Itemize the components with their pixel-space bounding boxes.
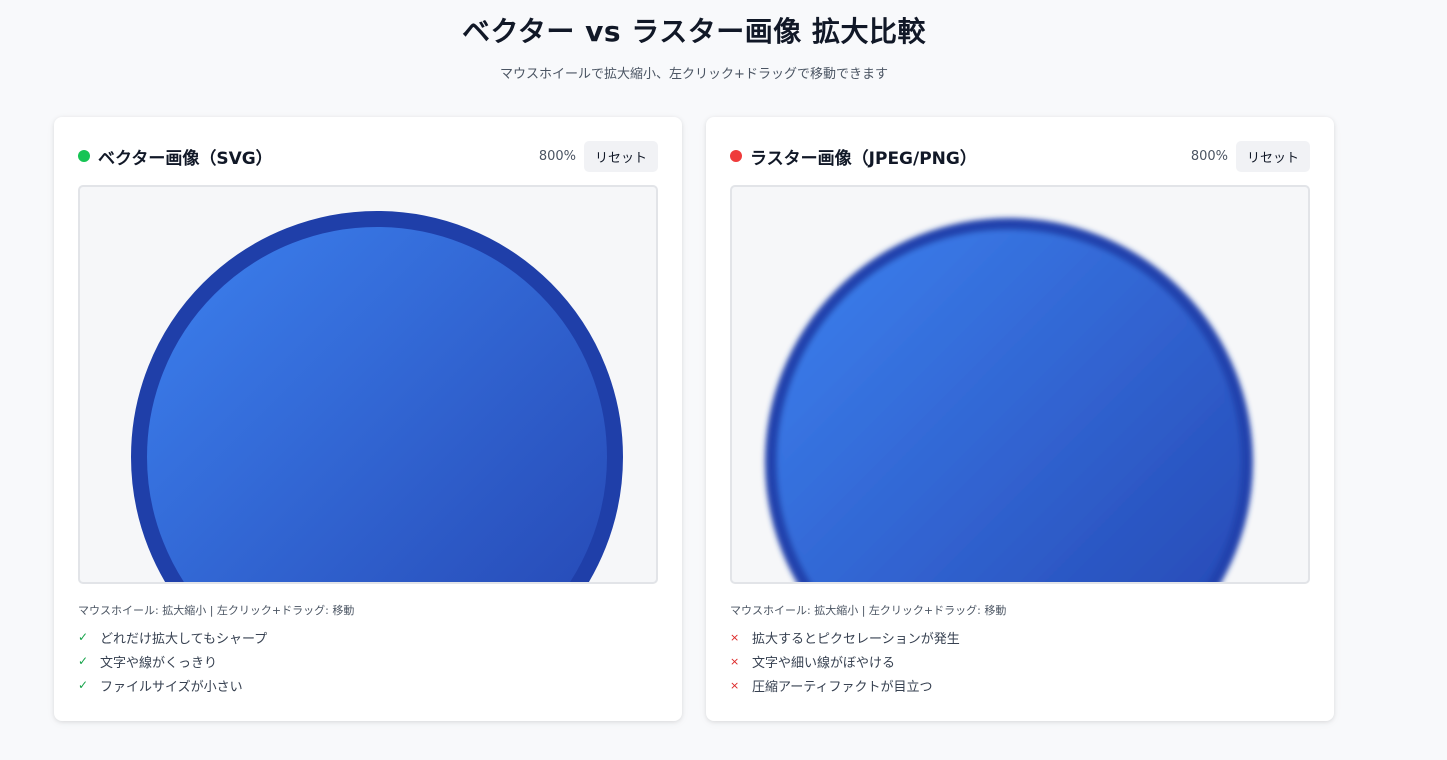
raster-card: ラスター画像（JPEG/PNG） 800% リセット マウスホイール: 拡大縮小… (706, 117, 1334, 721)
feature-text: 文字や線がくっきり (100, 655, 218, 671)
page-subtitle: マウスホイールで拡大縮小、左クリック+ドラッグで移動できます (500, 67, 888, 82)
list-item: × 拡大するとピクセレーションが発生 (730, 625, 960, 649)
list-item: ✓ 文字や線がくっきり (78, 649, 267, 673)
sharp-circle (131, 211, 623, 582)
raster-card-header: ラスター画像（JPEG/PNG） 800% リセット (730, 140, 1310, 172)
raster-image-viewport[interactable] (730, 185, 1310, 584)
check-icon: ✓ (78, 654, 89, 668)
check-icon: ✓ (78, 678, 89, 692)
vector-feature-list: ✓ どれだけ拡大してもシャープ ✓ 文字や線がくっきり ✓ ファイルサイズが小さ… (78, 625, 267, 697)
vector-card: ベクター画像（SVG） 800% リセット マウスホイール: 拡大縮小 | 左ク… (54, 117, 682, 721)
vector-usage-hint: マウスホイール: 拡大縮小 | 左クリック+ドラッグ: 移動 (78, 604, 355, 617)
red-status-dot-icon (730, 150, 742, 162)
feature-text: 文字や細い線がぼやける (752, 655, 896, 671)
list-item: × 圧縮アーティファクトが目立つ (730, 673, 960, 697)
vector-circle-image (131, 211, 623, 582)
cross-icon: × (730, 654, 740, 668)
vector-card-title: ベクター画像（SVG） (98, 148, 273, 169)
raster-zoom-level: 800% (1190, 148, 1228, 164)
list-item: × 文字や細い線がぼやける (730, 649, 960, 673)
raster-card-title: ラスター画像（JPEG/PNG） (750, 148, 977, 169)
raster-reset-button[interactable]: リセット (1235, 140, 1310, 172)
feature-text: ファイルサイズが小さい (100, 679, 243, 695)
cross-icon: × (730, 630, 740, 644)
vector-zoom-level: 800% (538, 148, 576, 164)
vector-reset-button[interactable]: リセット (583, 140, 658, 172)
blurry-circle (765, 218, 1253, 582)
page-title: ベクター vs ラスター画像 拡大比較 (462, 15, 926, 48)
list-item: ✓ どれだけ拡大してもシャープ (78, 625, 267, 649)
vector-card-header: ベクター画像（SVG） 800% リセット (78, 140, 658, 172)
raster-feature-list: × 拡大するとピクセレーションが発生 × 文字や細い線がぼやける × 圧縮アーテ… (730, 625, 960, 697)
green-status-dot-icon (78, 150, 90, 162)
raster-usage-hint: マウスホイール: 拡大縮小 | 左クリック+ドラッグ: 移動 (730, 604, 1007, 617)
cross-icon: × (730, 678, 740, 692)
raster-circle-image (765, 218, 1253, 582)
feature-text: 拡大するとピクセレーションが発生 (752, 631, 960, 647)
check-icon: ✓ (78, 630, 89, 644)
list-item: ✓ ファイルサイズが小さい (78, 673, 267, 697)
feature-text: どれだけ拡大してもシャープ (100, 631, 268, 647)
vector-image-viewport[interactable] (78, 185, 658, 584)
feature-text: 圧縮アーティファクトが目立つ (752, 679, 933, 695)
